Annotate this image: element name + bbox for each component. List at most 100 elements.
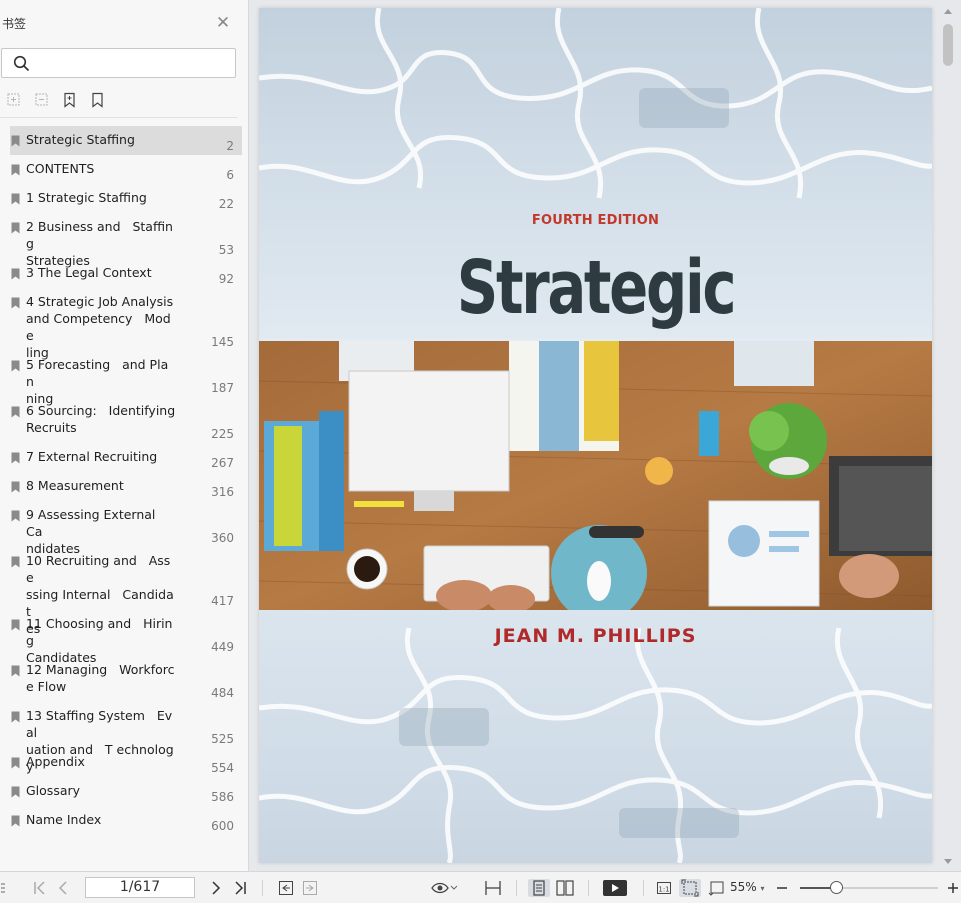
bookmark-label: CONTENTS bbox=[26, 161, 95, 176]
bookmark-icon bbox=[11, 452, 20, 464]
add-bookmark-icon[interactable] bbox=[62, 92, 78, 108]
bookmark-label: Strategic Staffing bbox=[26, 132, 135, 147]
bookmark-page-number: 267 bbox=[211, 456, 234, 470]
bookmark-page-number: 417 bbox=[211, 594, 234, 608]
bookmark-item[interactable]: 4 Strategic Job Analysis and Competency … bbox=[10, 288, 242, 360]
bookmark-page-number: 225 bbox=[211, 427, 234, 441]
bookmark-item[interactable]: 13 Staffing System Eval uation and T ech… bbox=[10, 702, 242, 774]
bookmark-page-number: 2 bbox=[226, 139, 234, 153]
bookmark-icon bbox=[11, 556, 20, 568]
scroll-down-arrow-icon[interactable] bbox=[944, 859, 952, 864]
bookmark-label: 12 Managing Workforc e Flow bbox=[26, 662, 175, 694]
document-view[interactable]: FOURTH EDITION Strategic Staffing bbox=[250, 0, 938, 871]
bookmark-label: 3 The Legal Context bbox=[26, 265, 152, 280]
bookmark-label: Name Index bbox=[26, 812, 102, 827]
expand-all-icon[interactable] bbox=[6, 92, 22, 108]
collapse-all-icon[interactable] bbox=[34, 92, 50, 108]
divider bbox=[643, 880, 644, 896]
vertical-scrollbar[interactable] bbox=[938, 0, 961, 871]
fit-width-icon[interactable] bbox=[484, 879, 502, 897]
close-icon[interactable]: ✕ bbox=[215, 15, 231, 32]
play-slideshow-icon[interactable] bbox=[602, 879, 628, 897]
zoom-out-icon[interactable] bbox=[776, 879, 788, 897]
bookmark-page-number: 525 bbox=[211, 732, 234, 746]
bookmark-label: Glossary bbox=[26, 783, 81, 798]
bookmark-item[interactable]: 5 Forecasting and Plan ning 187 bbox=[10, 351, 242, 406]
single-page-icon[interactable] bbox=[528, 879, 550, 897]
bookmark-item[interactable]: Name Index 600 bbox=[10, 806, 242, 835]
panel-title: 书签 bbox=[2, 17, 27, 31]
bookmark-item[interactable]: 12 Managing Workforc e Flow 484 bbox=[10, 656, 242, 702]
bookmark-icon bbox=[11, 757, 20, 769]
zoom-in-icon[interactable] bbox=[947, 879, 959, 897]
zoom-level-dropdown[interactable]: 55% ▾ bbox=[730, 880, 765, 894]
bookmark-item[interactable]: 7 External Recruiting 267 bbox=[10, 443, 242, 472]
search-input[interactable] bbox=[36, 53, 230, 73]
search-icon bbox=[13, 55, 30, 72]
bookmark-icon bbox=[11, 510, 20, 522]
bookmark-item[interactable]: Strategic Staffing 2 bbox=[10, 126, 242, 155]
divider bbox=[588, 880, 589, 896]
bookmark-icon bbox=[11, 135, 20, 147]
bookmark-panel: 书签 ✕ Strategic Staffing 2 CONTENTS 6 1 Strat… bbox=[0, 0, 249, 871]
bookmark-page-number: 600 bbox=[211, 819, 234, 833]
back-view-icon[interactable] bbox=[278, 879, 294, 897]
bookmark-icon bbox=[11, 786, 20, 798]
bookmark-item[interactable]: 8 Measurement 316 bbox=[10, 472, 242, 501]
edition-label: FOURTH EDITION bbox=[531, 213, 660, 228]
bookmark-item[interactable]: CONTENTS 6 bbox=[10, 155, 242, 184]
bookmark-icon bbox=[11, 815, 20, 827]
bookmark-label: 1 Strategic Staffing bbox=[26, 190, 147, 205]
bookmark-item[interactable]: 1 Strategic Staffing 22 bbox=[10, 184, 242, 213]
zoom-level: 55% bbox=[730, 880, 757, 894]
bookmark-label: Appendix bbox=[26, 754, 85, 769]
two-page-icon[interactable] bbox=[555, 879, 575, 897]
bookmark-item[interactable]: 3 The Legal Context 92 bbox=[10, 259, 242, 288]
fit-page-icon[interactable] bbox=[679, 879, 701, 897]
eye-protection-icon[interactable] bbox=[430, 879, 458, 897]
last-page-icon[interactable] bbox=[233, 879, 247, 897]
forward-view-icon[interactable] bbox=[302, 879, 318, 897]
bookmark-icon bbox=[11, 222, 20, 234]
bookmark-item[interactable]: 10 Recruiting and Asse ssing Internal Ca… bbox=[10, 547, 242, 636]
bookmark-icon bbox=[11, 665, 20, 677]
actual-size-icon[interactable]: 1:1 bbox=[656, 879, 672, 897]
bookmark-icon bbox=[11, 406, 20, 418]
divider bbox=[0, 117, 237, 118]
status-bar: 1/617 1:1 55% ▾ bbox=[0, 871, 961, 903]
bookmark-icon[interactable] bbox=[90, 92, 106, 108]
chevron-down-icon: ▾ bbox=[760, 884, 765, 893]
bookmark-page-number: 145 bbox=[211, 335, 234, 349]
bookmark-page-number: 449 bbox=[211, 640, 234, 654]
divider bbox=[262, 880, 263, 896]
scroll-up-arrow-icon[interactable] bbox=[944, 9, 952, 14]
bookmark-label: 7 External Recruiting bbox=[26, 449, 158, 464]
first-page-icon[interactable] bbox=[33, 879, 47, 897]
bookmark-icon bbox=[11, 297, 20, 309]
bookmark-page-number: 53 bbox=[218, 243, 234, 257]
bookmark-search-box[interactable] bbox=[1, 48, 236, 78]
desk-photo bbox=[259, 341, 932, 610]
bookmark-page-number: 6 bbox=[226, 168, 234, 182]
bookmark-icon bbox=[11, 619, 20, 631]
rotate-icon[interactable] bbox=[707, 879, 727, 897]
previous-page-icon[interactable] bbox=[57, 879, 69, 897]
sidebar-toggle-icon[interactable] bbox=[0, 879, 6, 897]
bookmark-item[interactable]: Appendix 554 bbox=[10, 748, 242, 777]
scrollbar-thumb[interactable] bbox=[943, 24, 953, 66]
bookmark-item[interactable]: Glossary 586 bbox=[10, 777, 242, 806]
bookmark-item[interactable]: 2 Business and Staffing Strategies 53 bbox=[10, 213, 242, 268]
bookmark-page-number: 484 bbox=[211, 686, 234, 700]
bookmark-item[interactable]: 11 Choosing and Hiring Candidates 449 bbox=[10, 610, 242, 665]
bookmark-item[interactable]: 6 Sourcing: Identifying Recruits 225 bbox=[10, 397, 242, 443]
bookmark-icon bbox=[11, 193, 20, 205]
bookmark-icon bbox=[11, 360, 20, 372]
bookmark-icon bbox=[11, 164, 20, 176]
bookmark-icon bbox=[11, 481, 20, 493]
zoom-slider-thumb[interactable] bbox=[830, 881, 844, 894]
next-page-icon[interactable] bbox=[210, 879, 222, 897]
bookmark-page-number: 187 bbox=[211, 381, 234, 395]
page-number-input[interactable]: 1/617 bbox=[85, 877, 195, 898]
bookmark-page-number: 360 bbox=[211, 531, 234, 545]
bookmark-item[interactable]: 9 Assessing External Ca ndidates 360 bbox=[10, 501, 242, 556]
